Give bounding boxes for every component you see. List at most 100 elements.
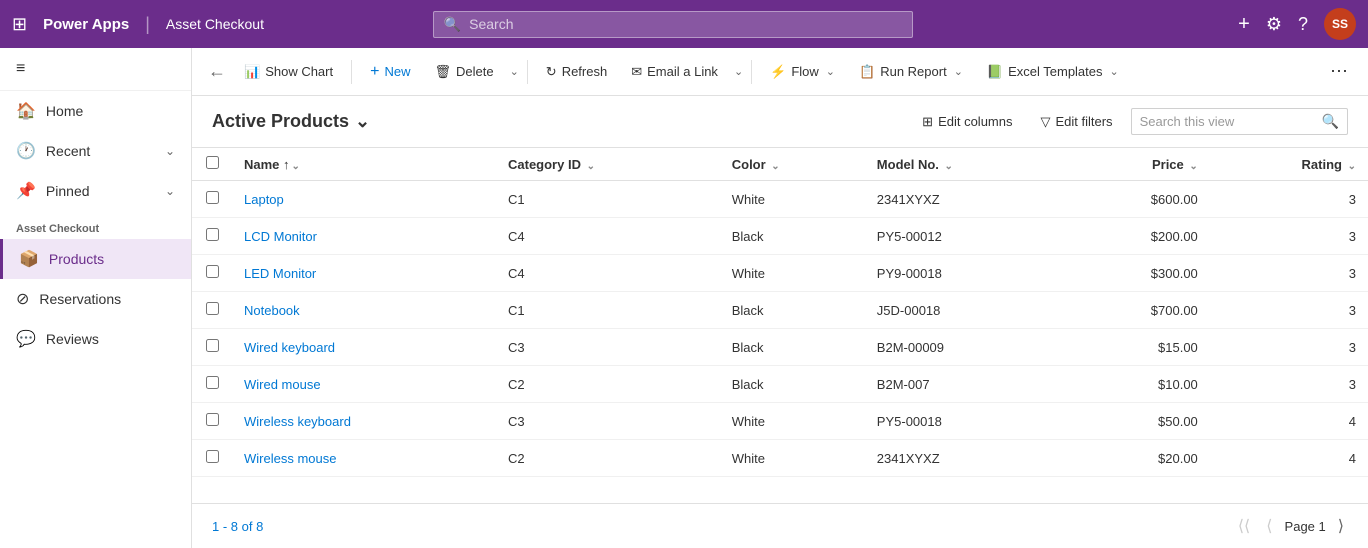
row-name-link[interactable]: LCD Monitor xyxy=(244,229,317,244)
row-checkbox[interactable] xyxy=(206,191,219,204)
cell-price: $600.00 xyxy=(1067,181,1210,218)
edit-columns-button[interactable]: ⊞ Edit columns xyxy=(912,109,1022,135)
row-checkbox[interactable] xyxy=(206,450,219,463)
select-all-header[interactable] xyxy=(192,148,232,181)
col-header-modelno[interactable]: Model No. ⌄ xyxy=(865,148,1067,181)
cell-modelno: 2341XYXZ xyxy=(865,181,1067,218)
row-checkbox-cell[interactable] xyxy=(192,255,232,292)
cell-rating: 3 xyxy=(1210,329,1368,366)
next-page-button[interactable]: ⟩ xyxy=(1334,514,1348,538)
sidebar-toggle[interactable]: ≡ xyxy=(0,48,191,91)
cell-categoryid: C4 xyxy=(496,218,720,255)
cell-price: $700.00 xyxy=(1067,292,1210,329)
sidebar-item-reviews[interactable]: 💬 Reviews xyxy=(0,319,191,359)
col-header-price[interactable]: Price ⌄ xyxy=(1067,148,1210,181)
nav-actions: + ⚙ ? SS xyxy=(1238,8,1356,40)
row-checkbox-cell[interactable] xyxy=(192,292,232,329)
col-header-categoryid[interactable]: Category ID ⌄ xyxy=(496,148,720,181)
row-name-link[interactable]: Laptop xyxy=(244,192,284,207)
global-search-input[interactable] xyxy=(469,16,902,32)
avatar[interactable]: SS xyxy=(1324,8,1356,40)
refresh-label: Refresh xyxy=(562,64,608,79)
row-name-link[interactable]: Wireless keyboard xyxy=(244,414,351,429)
delete-chevron[interactable]: ⌄ xyxy=(510,65,519,78)
sidebar-item-reservations[interactable]: ⊘ Reservations xyxy=(0,279,191,319)
row-checkbox[interactable] xyxy=(206,413,219,426)
cell-price: $15.00 xyxy=(1067,329,1210,366)
cell-rating: 3 xyxy=(1210,218,1368,255)
row-checkbox[interactable] xyxy=(206,302,219,315)
row-name-link[interactable]: LED Monitor xyxy=(244,266,316,281)
prev-page-button[interactable]: ⟨ xyxy=(1262,514,1276,538)
view-title-chevron[interactable]: ⌄ xyxy=(355,111,370,132)
sidebar-item-products[interactable]: 📦 Products xyxy=(0,239,191,279)
col-header-rating[interactable]: Rating ⌄ xyxy=(1210,148,1368,181)
search-view-input[interactable] xyxy=(1140,114,1316,129)
cell-name: LCD Monitor xyxy=(232,218,496,255)
row-checkbox-cell[interactable] xyxy=(192,403,232,440)
row-name-link[interactable]: Notebook xyxy=(244,303,300,318)
sidebar-item-recent[interactable]: 🕐 Recent ⌄ xyxy=(0,131,191,171)
edit-filters-button[interactable]: ▽ Edit filters xyxy=(1030,109,1122,135)
cell-color: White xyxy=(720,181,865,218)
show-chart-button[interactable]: 📊 Show Chart xyxy=(234,58,343,86)
col-header-name[interactable]: Name ↑⌄ xyxy=(232,148,496,181)
cell-price: $200.00 xyxy=(1067,218,1210,255)
sidebar-item-home[interactable]: 🏠 Home xyxy=(0,91,191,131)
hamburger-icon[interactable]: ≡ xyxy=(16,60,25,77)
row-name-link[interactable]: Wireless mouse xyxy=(244,451,336,466)
edit-columns-icon: ⊞ xyxy=(922,114,933,130)
cell-modelno: B2M-007 xyxy=(865,366,1067,403)
col-header-color[interactable]: Color ⌄ xyxy=(720,148,865,181)
refresh-icon: ↻ xyxy=(546,64,557,80)
row-checkbox[interactable] xyxy=(206,228,219,241)
flow-chevron: ⌄ xyxy=(826,65,835,78)
email-link-label: Email a Link xyxy=(647,64,718,79)
email-chevron[interactable]: ⌄ xyxy=(734,65,743,78)
new-button[interactable]: + New xyxy=(360,57,420,87)
cell-name: Wired keyboard xyxy=(232,329,496,366)
settings-icon[interactable]: ⚙ xyxy=(1266,14,1282,35)
help-icon[interactable]: ? xyxy=(1298,14,1308,35)
add-icon[interactable]: + xyxy=(1238,13,1250,36)
row-name-link[interactable]: Wired mouse xyxy=(244,377,321,392)
email-link-button[interactable]: ✉ Email a Link xyxy=(621,58,728,86)
row-checkbox[interactable] xyxy=(206,339,219,352)
cell-categoryid: C1 xyxy=(496,181,720,218)
cell-price: $300.00 xyxy=(1067,255,1210,292)
sidebar-section-label: Asset Checkout xyxy=(0,211,191,239)
cell-name: Wired mouse xyxy=(232,366,496,403)
run-report-button[interactable]: 📋 Run Report ⌄ xyxy=(849,58,973,86)
back-button[interactable]: ← xyxy=(204,57,230,86)
table-row: Wired mouse C2 Black B2M-007 $10.00 3 xyxy=(192,366,1368,403)
cell-modelno: B2M-00009 xyxy=(865,329,1067,366)
delete-button[interactable]: 🗑 Delete xyxy=(424,58,503,86)
first-page-button[interactable]: ⟨⟨ xyxy=(1234,514,1254,538)
flow-button[interactable]: ⚡ Flow ⌄ xyxy=(760,58,845,86)
category-col-chevron: ⌄ xyxy=(587,161,595,172)
refresh-button[interactable]: ↻ Refresh xyxy=(536,58,617,86)
cell-rating: 3 xyxy=(1210,255,1368,292)
sidebar: ≡ 🏠 Home 🕐 Recent ⌄ 📌 Pinned ⌄ Asset Che… xyxy=(0,48,192,548)
select-all-checkbox[interactable] xyxy=(206,156,219,169)
row-checkbox-cell[interactable] xyxy=(192,218,232,255)
waffle-icon[interactable]: ⊞ xyxy=(12,14,27,35)
row-checkbox[interactable] xyxy=(206,265,219,278)
row-checkbox[interactable] xyxy=(206,376,219,389)
cell-rating: 3 xyxy=(1210,366,1368,403)
search-view-icon[interactable]: 🔍 xyxy=(1322,113,1339,130)
sidebar-item-pinned[interactable]: 📌 Pinned ⌄ xyxy=(0,171,191,211)
sidebar-recent-label: Recent xyxy=(46,143,90,159)
price-col-chevron: ⌄ xyxy=(1189,161,1197,172)
cell-color: Black xyxy=(720,218,865,255)
cell-categoryid: C4 xyxy=(496,255,720,292)
global-search-bar[interactable]: 🔍 xyxy=(433,11,913,38)
row-checkbox-cell[interactable] xyxy=(192,181,232,218)
excel-templates-button[interactable]: 📗 Excel Templates ⌄ xyxy=(977,58,1129,86)
more-options-icon[interactable]: ⋯ xyxy=(1322,57,1356,86)
row-checkbox-cell[interactable] xyxy=(192,329,232,366)
row-checkbox-cell[interactable] xyxy=(192,366,232,403)
row-checkbox-cell[interactable] xyxy=(192,440,232,477)
main-layout: ≡ 🏠 Home 🕐 Recent ⌄ 📌 Pinned ⌄ Asset Che… xyxy=(0,48,1368,548)
row-name-link[interactable]: Wired keyboard xyxy=(244,340,335,355)
